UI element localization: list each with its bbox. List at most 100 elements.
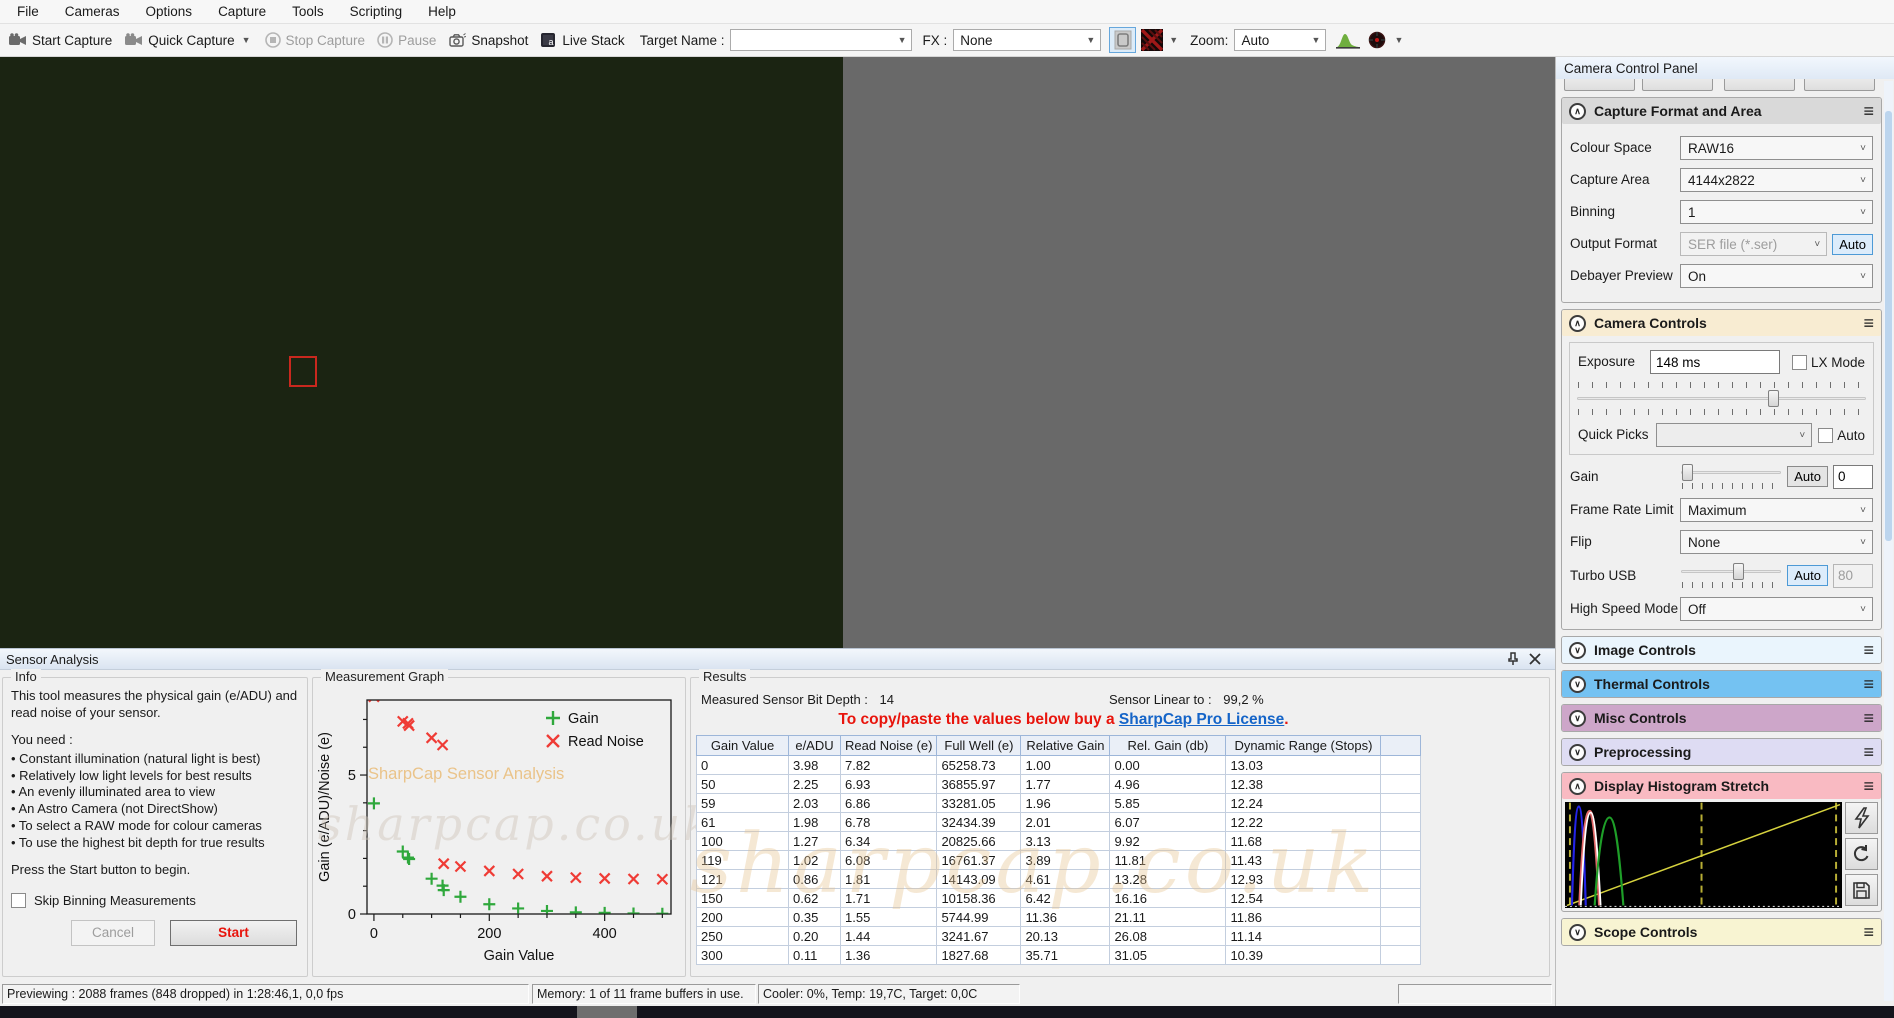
profile-button[interactable] (1564, 79, 1635, 91)
hamburger-icon[interactable]: ≡ (1863, 709, 1874, 727)
target-name-combo[interactable]: ▼ (730, 29, 913, 51)
snapshot-button[interactable]: Snapshot (443, 30, 533, 51)
quick-capture-button[interactable]: Quick Capture ▼ (119, 30, 257, 51)
section-header-display-histogram-stretch[interactable]: ∧ Display Histogram Stretch ≡ (1562, 773, 1881, 799)
skip-binning-checkbox[interactable] (11, 892, 26, 908)
gain-auto-button[interactable]: Auto (1787, 466, 1828, 487)
profile-button[interactable] (1804, 79, 1875, 91)
chevron-down-icon[interactable]: ∨ (1569, 709, 1586, 727)
section-header-capture-format[interactable]: ∧ Capture Format and Area ≡ (1562, 98, 1881, 124)
results-column-header[interactable]: Read Noise (e) (839, 735, 938, 756)
sidebar-scrollbar[interactable] (1884, 81, 1893, 1001)
save-stretch-button[interactable] (1845, 874, 1878, 906)
section-header-misc-controls[interactable]: ∨ Misc Controls ≡ (1562, 705, 1881, 731)
flip-combo[interactable]: None ˅ (1680, 530, 1873, 554)
chevron-down-icon[interactable]: ∨ (1569, 923, 1586, 941)
hamburger-icon[interactable]: ≡ (1863, 102, 1874, 120)
chevron-down-icon[interactable]: ∨ (1569, 743, 1586, 761)
menu-item-cameras[interactable]: Cameras (52, 1, 133, 22)
chevron-up-icon[interactable]: ∧ (1569, 314, 1586, 332)
reticle-tool-button[interactable] (1363, 27, 1390, 53)
selection-rectangle[interactable] (289, 356, 317, 387)
exposure-auto-checkbox[interactable] (1818, 427, 1834, 443)
cancel-button[interactable]: Cancel (71, 919, 155, 946)
gain-slider[interactable] (1680, 463, 1782, 482)
menu-item-scripting[interactable]: Scripting (337, 1, 416, 22)
turbo-usb-auto-button[interactable]: Auto (1787, 565, 1828, 586)
colour-space-combo[interactable]: RAW16 ˅ (1680, 136, 1873, 160)
results-column-header[interactable]: e/ADU (788, 735, 841, 756)
section-header-preprocessing[interactable]: ∨ Preprocessing ≡ (1562, 739, 1881, 765)
auto-stretch-button[interactable] (1845, 802, 1878, 834)
chevron-down-icon[interactable]: ∨ (1569, 675, 1586, 693)
results-column-header[interactable] (1380, 735, 1422, 756)
close-icon[interactable] (1529, 653, 1541, 665)
table-row[interactable]: 250 0.20 1.44 3241.67 20.13 26.08 11.14 (696, 926, 1422, 946)
histogram-tool-button[interactable] (1334, 27, 1361, 53)
hamburger-icon[interactable]: ≡ (1863, 675, 1874, 693)
menu-item-options[interactable]: Options (133, 1, 206, 22)
hamburger-icon[interactable]: ≡ (1863, 923, 1874, 941)
camera-preview[interactable] (0, 57, 843, 648)
table-row[interactable]: 200 0.35 1.55 5744.99 11.36 21.11 11.86 (696, 907, 1422, 927)
table-row[interactable]: 119 1.02 6.08 16761.37 3.89 11.81 11.43 (696, 850, 1422, 870)
stop-capture-button[interactable]: Stop Capture (260, 29, 371, 51)
pause-button[interactable]: Pause (372, 29, 441, 51)
hamburger-icon[interactable]: ≡ (1863, 743, 1874, 761)
results-column-header[interactable]: Relative Gain (1020, 735, 1111, 756)
turbo-usb-slider[interactable] (1680, 562, 1782, 581)
output-format-auto-button[interactable]: Auto (1832, 233, 1873, 255)
profile-button[interactable] (1724, 79, 1795, 91)
section-header-image-controls[interactable]: ∨ Image Controls ≡ (1562, 637, 1881, 663)
display-histogram[interactable] (1565, 802, 1842, 908)
table-row[interactable]: 300 0.11 1.36 1827.68 35.71 31.05 10.39 (696, 945, 1422, 965)
start-capture-button[interactable]: Start Capture (3, 30, 117, 51)
reset-stretch-button[interactable] (1845, 838, 1878, 870)
table-row[interactable]: 100 1.27 6.34 20825.66 3.13 9.92 11.68 (696, 831, 1422, 851)
table-row[interactable]: 150 0.62 1.71 10158.36 6.42 16.16 12.54 (696, 888, 1422, 908)
table-row[interactable]: 50 2.25 6.93 36855.97 1.77 4.96 12.38 (696, 774, 1422, 794)
results-column-header[interactable]: Full Well (e) (936, 735, 1022, 756)
hamburger-icon[interactable]: ≡ (1863, 314, 1874, 332)
pin-icon[interactable] (1507, 652, 1519, 666)
binning-combo[interactable]: 1 ˅ (1680, 200, 1873, 224)
table-row[interactable]: 61 1.98 6.78 32434.39 2.01 6.07 12.22 (696, 812, 1422, 832)
results-table[interactable]: Gain Value e/ADU Read Noise (e) Full Well (… (696, 735, 1422, 965)
quick-picks-combo[interactable]: ˅ (1656, 423, 1813, 447)
results-column-header[interactable]: Dynamic Range (Stops) (1225, 735, 1382, 756)
selection-area-button[interactable] (1109, 27, 1137, 53)
hamburger-icon[interactable]: ≡ (1863, 641, 1874, 659)
frame-rate-limit-combo[interactable]: Maximum ˅ (1680, 498, 1873, 522)
section-header-camera-controls[interactable]: ∧ Camera Controls ≡ (1562, 310, 1881, 336)
results-column-header[interactable]: Rel. Gain (db) (1109, 735, 1227, 756)
chevron-up-icon[interactable]: ∧ (1569, 102, 1586, 120)
section-header-scope-controls[interactable]: ∨ Scope Controls ≡ (1562, 919, 1881, 945)
table-row[interactable]: 59 2.03 6.86 33281.05 1.96 5.85 12.24 (696, 793, 1422, 813)
exposure-slider[interactable] (1576, 389, 1867, 408)
zoom-combo[interactable]: Auto ▼ (1234, 29, 1327, 51)
license-link[interactable]: SharpCap Pro License (1119, 711, 1284, 728)
exposure-input[interactable] (1650, 350, 1780, 374)
results-column-header[interactable]: Gain Value (696, 735, 789, 756)
section-header-thermal-controls[interactable]: ∨ Thermal Controls ≡ (1562, 671, 1881, 697)
output-format-combo[interactable]: SER file (*.ser) ˅ (1680, 232, 1828, 256)
gain-value-input[interactable] (1833, 464, 1873, 489)
menu-item-file[interactable]: File (4, 1, 52, 22)
turbo-usb-value-input[interactable] (1833, 563, 1873, 588)
hamburger-icon[interactable]: ≡ (1863, 777, 1874, 795)
table-row[interactable]: 121 0.86 1.81 14143.09 4.61 13.28 12.93 (696, 869, 1422, 889)
live-stack-button[interactable]: a Live Stack (535, 29, 629, 51)
profile-button[interactable] (1642, 79, 1713, 91)
chevron-down-icon[interactable]: ▼ (1167, 35, 1180, 45)
fx-combo[interactable]: None ▼ (953, 29, 1102, 51)
lx-mode-checkbox[interactable] (1791, 354, 1807, 370)
dark-frame-button[interactable] (1138, 27, 1165, 53)
capture-area-combo[interactable]: 4144x2822 ˅ (1680, 168, 1873, 192)
chevron-down-icon[interactable]: ▼ (1392, 35, 1405, 45)
chevron-up-icon[interactable]: ∧ (1569, 777, 1586, 795)
menu-item-tools[interactable]: Tools (279, 1, 337, 22)
menu-item-capture[interactable]: Capture (205, 1, 279, 22)
chevron-down-icon[interactable]: ∨ (1569, 641, 1586, 659)
table-row[interactable]: 0 3.98 7.82 65258.73 1.00 0.00 13.03 (696, 755, 1422, 775)
chevron-down-icon[interactable]: ▼ (240, 35, 253, 45)
